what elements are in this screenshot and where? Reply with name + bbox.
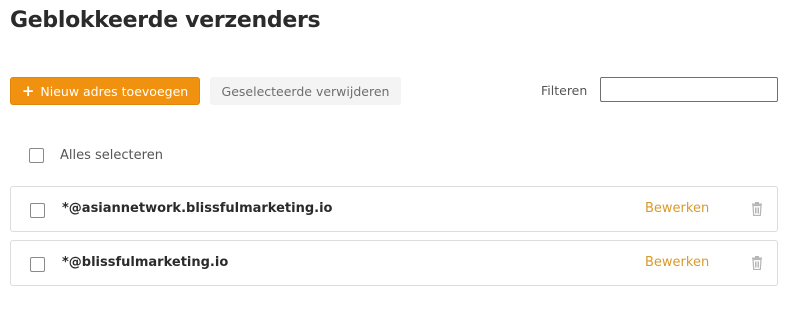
delete-selected-button[interactable]: Geselecteerde verwijderen xyxy=(210,77,401,105)
add-address-button[interactable]: + Nieuw adres toevoegen xyxy=(10,77,200,105)
trash-icon[interactable] xyxy=(751,256,763,270)
edit-link[interactable]: Bewerken xyxy=(645,255,709,270)
select-all-label: Alles selecteren xyxy=(60,148,163,163)
row-checkbox[interactable] xyxy=(30,257,45,272)
trash-icon[interactable] xyxy=(751,202,763,216)
select-all-checkbox[interactable] xyxy=(29,148,44,163)
filter-label: Filteren xyxy=(541,83,588,98)
filter-input[interactable] xyxy=(600,77,778,102)
edit-link[interactable]: Bewerken xyxy=(645,201,709,216)
row-checkbox[interactable] xyxy=(30,203,45,218)
select-all: Alles selecteren xyxy=(29,148,163,163)
sender-address: *@asiannetwork.blissfulmarketing.io xyxy=(62,201,333,216)
list-item: *@asiannetwork.blissfulmarketing.io Bewe… xyxy=(10,186,778,232)
add-address-label: Nieuw adres toevoegen xyxy=(40,83,189,99)
page-title: Geblokkeerde verzenders xyxy=(10,8,321,33)
sender-address: *@blissfulmarketing.io xyxy=(62,255,229,270)
list-item: *@blissfulmarketing.io Bewerken xyxy=(10,240,778,286)
plus-icon: + xyxy=(21,81,35,100)
